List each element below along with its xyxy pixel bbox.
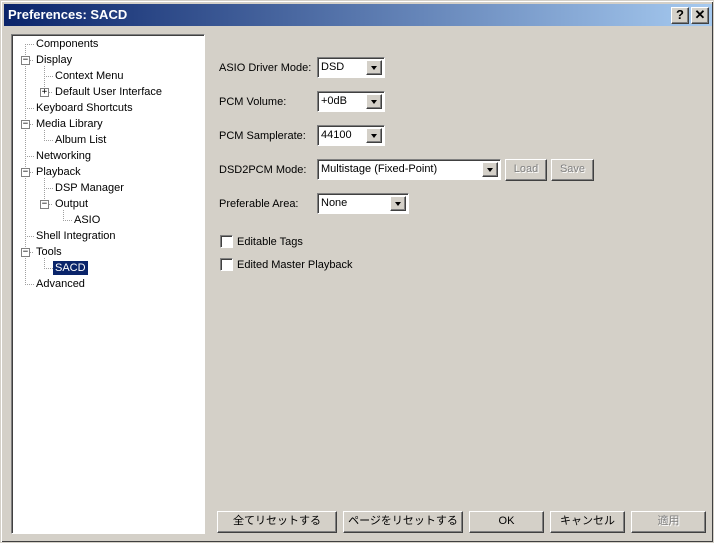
tree-item-output[interactable]: Output [53,197,90,211]
tree-item-display[interactable]: Display [34,53,74,67]
tree-expander-icon[interactable]: − [21,56,30,65]
dsd2pcm-mode-value: Multistage (Fixed-Point) [321,163,438,175]
tree-item-components[interactable]: Components [34,37,100,51]
title-bar[interactable]: Preferences: SACD ? ✕ [4,4,712,26]
edited-master-playback-label[interactable]: Edited Master Playback [237,258,353,272]
tree-expander-icon[interactable]: − [21,168,30,177]
ok-button[interactable]: OK [469,511,544,533]
reset-page-button[interactable]: ページをリセットする [343,511,463,533]
asio-driver-mode-label: ASIO Driver Mode: [219,62,312,74]
tree-expander-icon[interactable]: + [40,88,49,97]
help-button[interactable]: ? [671,7,689,24]
dropdown-arrow-icon[interactable] [366,60,382,75]
tree-item-keyboard-shortcuts[interactable]: Keyboard Shortcuts [34,101,135,115]
load-button[interactable]: Load [505,159,547,181]
pcm-samplerate-label: PCM Samplerate: [219,130,306,142]
cancel-button[interactable]: キャンセル [550,511,625,533]
help-icon: ? [676,7,684,22]
tree-item-album-list[interactable]: Album List [53,133,108,147]
tree-item-sacd[interactable]: SACD [53,261,88,275]
window-title: Preferences: SACD [8,7,128,22]
reset-all-button[interactable]: 全てリセットする [217,511,337,533]
apply-button[interactable]: 適用 [631,511,706,533]
asio-driver-mode-select[interactable]: DSD [317,57,385,78]
tree-item-shell-integration[interactable]: Shell Integration [34,229,118,243]
dropdown-arrow-icon[interactable] [482,162,498,177]
tree-item-networking[interactable]: Networking [34,149,93,163]
pcm-volume-select[interactable]: +0dB [317,91,385,112]
tree-item-tools[interactable]: Tools [34,245,64,259]
tree-expander-icon[interactable]: − [21,120,30,129]
dropdown-arrow-icon[interactable] [366,128,382,143]
pcm-samplerate-select[interactable]: 44100 [317,125,385,146]
dropdown-arrow-icon[interactable] [366,94,382,109]
close-icon: ✕ [694,7,706,22]
tree-item-default-user-interface[interactable]: Default User Interface [53,85,164,99]
tree-item-playback[interactable]: Playback [34,165,83,179]
tree-item-context-menu[interactable]: Context Menu [53,69,125,83]
dropdown-arrow-icon[interactable] [390,196,406,211]
pcm-samplerate-value: 44100 [321,129,352,141]
tree-item-asio[interactable]: ASIO [72,213,102,227]
asio-driver-mode-value: DSD [321,61,345,73]
pcm-volume-value: +0dB [321,95,347,107]
save-button[interactable]: Save [551,159,594,181]
preferable-area-label: Preferable Area: [219,198,299,210]
preferable-area-select[interactable]: None [317,193,409,214]
close-button[interactable]: ✕ [691,7,709,24]
pcm-volume-label: PCM Volume: [219,96,287,108]
editable-tags-checkbox[interactable] [220,235,233,248]
editable-tags-label[interactable]: Editable Tags [237,235,303,249]
tree-expander-icon[interactable]: − [21,248,30,257]
tree-item-advanced[interactable]: Advanced [34,277,87,291]
edited-master-playback-checkbox[interactable] [220,258,233,271]
preferences-tree[interactable]: − + − − − − Components Display Context M… [11,34,205,534]
preferences-window: Preferences: SACD ? ✕ − + − − − − Compon… [0,0,714,543]
tree-item-dsp-manager[interactable]: DSP Manager [53,181,126,195]
dsd2pcm-mode-label: DSD2PCM Mode: [219,164,307,176]
tree-expander-icon[interactable]: − [40,200,49,209]
preferable-area-value: None [321,197,348,209]
tree-item-media-library[interactable]: Media Library [34,117,105,131]
dsd2pcm-mode-select[interactable]: Multistage (Fixed-Point) [317,159,501,180]
